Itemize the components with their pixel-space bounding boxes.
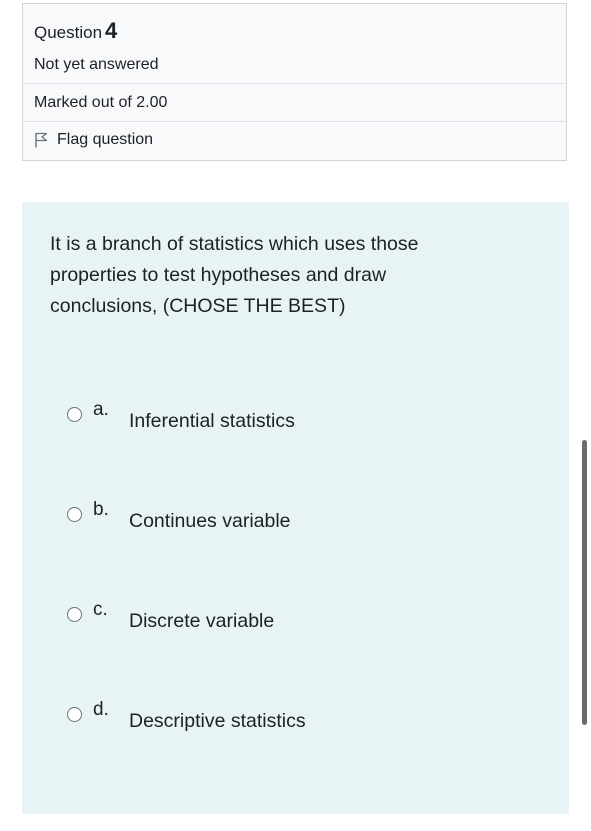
quiz-page: Question 4 Not yet answered Marked out of… (0, 0, 591, 831)
question-heading: Question 4 (34, 18, 117, 44)
question-label: Question (34, 23, 103, 42)
option-letter: c. (93, 599, 108, 620)
question-content: It is a branch of statistics which uses … (22, 202, 569, 814)
option-text[interactable]: Descriptive statistics (129, 710, 306, 733)
radio-icon[interactable] (67, 407, 82, 422)
radio-icon[interactable] (67, 707, 82, 722)
option-letter: b. (93, 499, 109, 520)
scrollbar[interactable] (582, 440, 587, 725)
answer-option-c[interactable]: c. Discrete variable (67, 599, 447, 637)
option-text[interactable]: Continues variable (129, 510, 291, 533)
option-text[interactable]: Inferential statistics (129, 410, 295, 433)
question-state: Not yet answered (34, 56, 159, 73)
question-text: It is a branch of statistics which uses … (50, 233, 419, 317)
radio-icon[interactable] (67, 607, 82, 622)
flag-question-label: Flag question (57, 131, 154, 148)
answer-option-a[interactable]: a. Inferential statistics (67, 399, 447, 437)
question-info-panel: Question 4 Not yet answered Marked out of… (22, 3, 567, 161)
flag-question-button[interactable]: Flag question (34, 131, 153, 149)
option-letter: a. (93, 399, 109, 420)
answer-option-b[interactable]: b. Continues variable (67, 499, 447, 537)
option-text[interactable]: Discrete variable (129, 610, 274, 633)
radio-icon[interactable] (67, 507, 82, 522)
question-grade: Marked out of 2.00 (34, 94, 168, 111)
option-letter: d. (93, 699, 109, 720)
flag-icon (34, 132, 48, 148)
answer-option-d[interactable]: d. Descriptive statistics (67, 699, 447, 737)
question-number: 4 (105, 18, 118, 43)
divider (23, 83, 566, 84)
divider (23, 121, 566, 122)
